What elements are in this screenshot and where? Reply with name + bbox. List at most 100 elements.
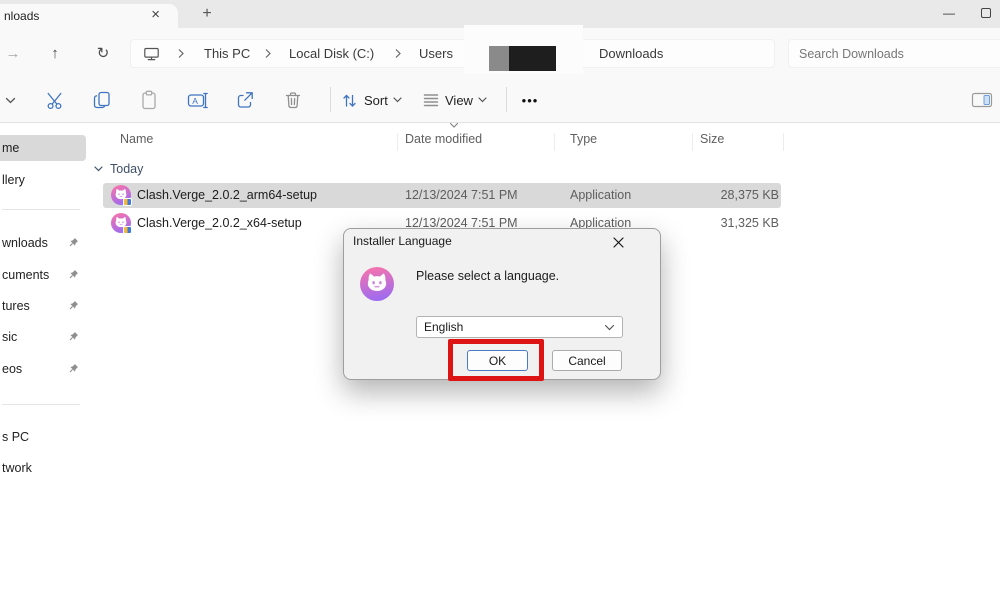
- minimize-button[interactable]: —: [934, 0, 964, 26]
- group-label: Today: [110, 162, 143, 176]
- sort-direction-icon: [449, 122, 459, 129]
- sidebar-item-label: tures: [2, 299, 30, 313]
- view-lines-icon: [422, 91, 440, 109]
- language-dropdown-value: English: [424, 320, 463, 334]
- breadcrumb-local-disk[interactable]: Local Disk (C:): [289, 40, 374, 67]
- pin-icon: [66, 362, 80, 376]
- chevron-down-icon: [94, 166, 103, 172]
- tab-close-icon[interactable]: ×: [151, 6, 160, 23]
- clash-verge-app-icon: [111, 213, 131, 233]
- sidebar-item-downloads[interactable]: wnloads: [0, 230, 86, 256]
- column-header-size[interactable]: Size: [700, 132, 724, 146]
- sidebar-item-label: sic: [2, 330, 17, 344]
- column-separator[interactable]: [554, 133, 555, 151]
- redaction-box: [509, 46, 556, 71]
- breadcrumb-downloads[interactable]: Downloads: [599, 40, 663, 67]
- file-size: 31,325 KB: [721, 211, 779, 236]
- svg-text:A: A: [192, 95, 198, 105]
- this-pc-icon[interactable]: [143, 40, 160, 67]
- details-pane-icon: [970, 89, 994, 111]
- tab-title: nloads: [4, 9, 39, 23]
- sidebar-item-music[interactable]: sic: [0, 324, 86, 350]
- installer-badge-icon: [123, 198, 132, 206]
- sidebar-item-label: me: [2, 141, 19, 155]
- delete-button[interactable]: [277, 87, 309, 113]
- file-size: 28,375 KB: [721, 183, 779, 208]
- file-name: Clash.Verge_2.0.2_x64-setup: [137, 211, 302, 236]
- share-icon: [234, 89, 256, 111]
- sort-label: Sort: [364, 93, 388, 108]
- new-menu-chevron-icon[interactable]: [0, 87, 26, 113]
- file-row-arm64-setup[interactable]: Clash.Verge_2.0.2_arm64-setup 12/13/2024…: [103, 183, 781, 208]
- ellipsis-icon: •••: [522, 93, 539, 108]
- sidebar-item-this-pc[interactable]: s PC: [0, 424, 86, 450]
- sidebar-item-videos[interactable]: eos: [0, 356, 86, 382]
- breadcrumb-this-pc[interactable]: This PC: [204, 40, 250, 67]
- view-button[interactable]: View: [422, 87, 487, 113]
- group-header-today[interactable]: Today: [94, 161, 143, 177]
- explorer-tab-downloads[interactable]: nloads ×: [0, 4, 178, 28]
- sidebar-item-documents[interactable]: cuments: [0, 262, 86, 288]
- forward-button[interactable]: →: [0, 40, 26, 66]
- sidebar-item-home[interactable]: me: [0, 135, 86, 161]
- more-options-button[interactable]: •••: [512, 87, 548, 113]
- dialog-close-button[interactable]: [607, 232, 629, 252]
- copy-icon: [91, 89, 113, 111]
- pin-icon: [66, 268, 80, 282]
- dialog-title: Installer Language: [353, 234, 452, 248]
- share-button[interactable]: [229, 87, 261, 113]
- installer-language-dialog: Installer Language Please select a langu…: [343, 228, 661, 380]
- ok-button[interactable]: OK: [467, 350, 528, 371]
- sidebar-item-network[interactable]: twork: [0, 455, 86, 481]
- file-explorer-window: nloads × + — → ↑ ↻ This PC Local Disk (C…: [0, 0, 1000, 600]
- breadcrumb-chevron-icon[interactable]: [177, 48, 185, 59]
- toolbar-divider: [330, 87, 331, 112]
- scissors-icon: [45, 90, 66, 111]
- new-tab-button[interactable]: +: [196, 3, 218, 25]
- up-button[interactable]: ↑: [42, 40, 68, 66]
- breadcrumb-chevron-icon[interactable]: [264, 48, 272, 59]
- sidebar-divider: [2, 404, 80, 405]
- close-icon: [613, 237, 624, 248]
- column-separator[interactable]: [397, 133, 398, 151]
- cut-button[interactable]: [39, 87, 71, 113]
- column-header-type[interactable]: Type: [570, 132, 597, 146]
- maximize-icon: [981, 8, 991, 18]
- refresh-button[interactable]: ↻: [90, 40, 116, 66]
- file-date: 12/13/2024 7:51 PM: [405, 183, 518, 208]
- sidebar-item-label: s PC: [2, 430, 29, 444]
- sidebar-item-pictures[interactable]: tures: [0, 293, 86, 319]
- sort-arrows-icon: [340, 91, 359, 110]
- chevron-down-icon: [478, 97, 487, 103]
- pin-icon: [66, 330, 80, 344]
- sidebar-divider: [2, 209, 80, 210]
- sidebar-item-label: llery: [2, 173, 25, 187]
- details-pane-toggle-button[interactable]: [966, 87, 998, 113]
- breadcrumb-users[interactable]: Users: [419, 40, 453, 67]
- sort-button[interactable]: Sort: [340, 87, 402, 113]
- column-separator[interactable]: [783, 133, 784, 151]
- maximize-button[interactable]: [972, 0, 1000, 26]
- breadcrumb-chevron-icon[interactable]: [394, 48, 402, 59]
- copy-button[interactable]: [86, 87, 118, 113]
- column-separator[interactable]: [692, 133, 693, 151]
- rename-button[interactable]: A: [181, 87, 213, 113]
- cancel-button[interactable]: Cancel: [552, 350, 622, 371]
- sidebar-item-label: eos: [2, 362, 22, 376]
- sidebar-item-label: twork: [2, 461, 32, 475]
- search-input[interactable]: [799, 40, 999, 67]
- column-header-date[interactable]: Date modified: [405, 132, 482, 146]
- column-header-name[interactable]: Name: [120, 132, 153, 146]
- paste-icon: [138, 89, 160, 111]
- rename-icon: A: [186, 89, 209, 112]
- sidebar-item-label: cuments: [2, 268, 49, 282]
- sidebar-item-gallery[interactable]: llery: [0, 167, 86, 193]
- search-box[interactable]: [788, 39, 1000, 68]
- installer-badge-icon: [123, 226, 132, 234]
- command-toolbar: A Sort: [0, 76, 1000, 123]
- paste-button[interactable]: [133, 87, 165, 113]
- address-bar[interactable]: This PC Local Disk (C:) Users Downloads: [130, 39, 775, 68]
- chevron-down-icon: [393, 97, 402, 103]
- language-dropdown[interactable]: English: [416, 316, 623, 338]
- sidebar-item-label: wnloads: [2, 236, 48, 250]
